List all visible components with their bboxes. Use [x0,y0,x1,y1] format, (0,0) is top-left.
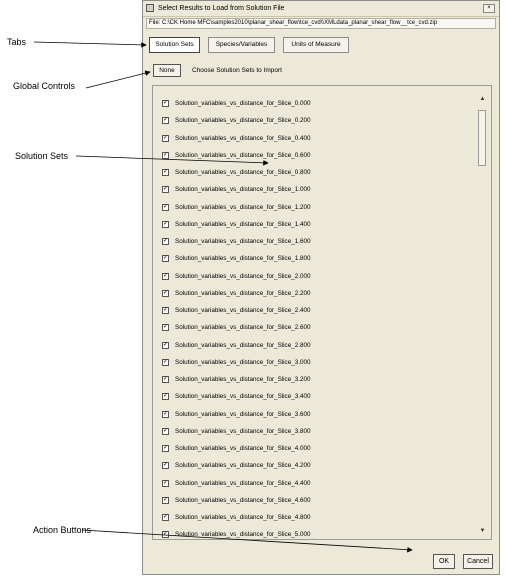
arrow-action-buttons [81,529,413,553]
callout-arrows [33,41,413,553]
arrow-solution-sets [75,155,269,166]
arrow-tabs [33,41,147,48]
arrow-global-controls [85,70,151,89]
